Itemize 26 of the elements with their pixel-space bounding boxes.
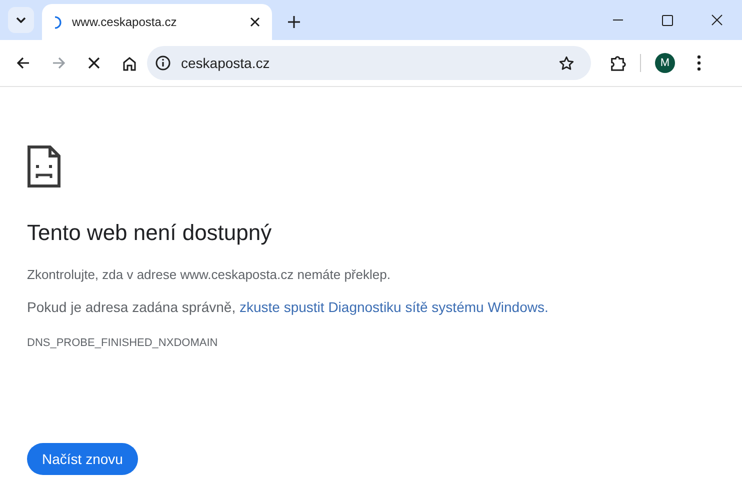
browser-tab[interactable]: www.ceskaposta.cz [42,4,272,40]
stop-icon[interactable] [88,57,100,69]
info-icon[interactable] [155,55,171,71]
close-tab-icon[interactable] [250,17,260,27]
diagnostics-link[interactable]: zkuste spustit Diagnostiku sítě systému Windows. [239,299,548,315]
suggestion-text: Pokud je adresa zadána správně, zkuste spustit Diagnostiku sítě systému Windows. [27,299,548,315]
error-message: Zkontrolujte, zda v adrese www.ceskaposta.cz nemáte překlep. [27,267,390,282]
chevron-down-icon [16,17,26,23]
reload-button[interactable]: Načíst znovu [27,443,138,475]
tab-title: www.ceskaposta.cz [72,15,178,29]
url-text: ceskaposta.cz [181,55,270,71]
back-icon[interactable] [16,56,30,70]
profile-avatar[interactable]: M [655,53,675,73]
forward-icon[interactable] [52,56,66,70]
tab-list-button[interactable] [8,7,34,33]
maximize-icon[interactable] [662,14,673,26]
error-heading: Tento web není dostupný [27,220,272,246]
menu-icon[interactable] [697,55,701,71]
sad-page-icon [27,145,61,188]
close-window-icon[interactable] [711,14,723,26]
puzzle-icon[interactable] [609,54,626,72]
new-tab-icon[interactable] [288,16,300,28]
home-icon[interactable] [122,56,137,70]
error-code: DNS_PROBE_FINISHED_NXDOMAIN [27,337,218,349]
address-bar[interactable]: ceskaposta.cz [147,46,591,80]
star-icon[interactable] [558,54,575,72]
